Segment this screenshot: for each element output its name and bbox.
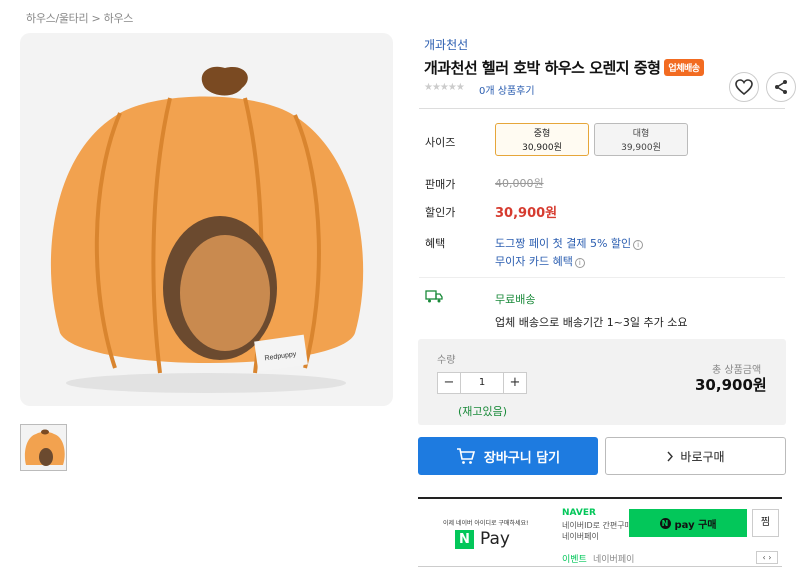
npay-top-border xyxy=(418,497,782,499)
pumpkin-house-image: Redpuppy xyxy=(50,66,364,393)
info-icon[interactable]: i xyxy=(574,258,585,268)
naver-line2: 네이버페이 xyxy=(562,532,599,541)
size-option-price: 39,900원 xyxy=(621,143,661,153)
npay-bottom-border xyxy=(418,566,782,567)
add-to-cart-label: 장바구니 담기 xyxy=(483,450,561,466)
rating-stars: ★★★★★ xyxy=(424,82,465,93)
product-thumbnail[interactable] xyxy=(20,424,67,471)
shipping-description: 업체 배송으로 배송기간 1~3일 추가 소요 xyxy=(495,316,688,329)
chevron-right-icon xyxy=(667,451,674,461)
quantity-input[interactable]: 1 xyxy=(460,373,504,393)
add-to-cart-button[interactable]: 장바구니 담기 xyxy=(418,437,598,475)
npay-text: Pay xyxy=(480,529,510,549)
list-price: 40,000원 xyxy=(495,177,544,190)
breadcrumb[interactable]: 하우스/울타리 > 하우스 xyxy=(26,10,133,26)
total-price: 30,900원 xyxy=(695,376,767,394)
sale-price: 30,900원 xyxy=(495,206,558,221)
buy-now-button[interactable]: 바로구매 xyxy=(605,437,786,475)
size-option-name: 중형 xyxy=(533,129,551,139)
naver-brand: NAVER xyxy=(562,508,596,518)
quantity-stepper[interactable]: − 1 + xyxy=(437,372,527,394)
npay-n-icon: N xyxy=(659,517,671,529)
npay-wishlist-button[interactable]: 찜 xyxy=(752,509,779,537)
size-option-large[interactable]: 대형 39,900원 xyxy=(594,123,688,156)
delivery-badge: 업체배송 xyxy=(664,59,704,76)
npay-buy-label: pay 구매 xyxy=(674,519,717,531)
benefit-card[interactable]: 무이자 카드 혜택 i xyxy=(495,253,585,269)
benefit-pay-text: 도그짱 페이 첫 결제 5% 할인 xyxy=(495,237,632,250)
buy-now-label: 바로구매 xyxy=(680,449,725,464)
free-shipping-label: 무료배송 xyxy=(495,293,536,306)
size-label: 사이즈 xyxy=(425,136,456,149)
heart-icon xyxy=(735,79,753,95)
npay-promo-text: 이제 네이버 아이디로 구매하세요! xyxy=(443,520,529,527)
npay-event-label: 이벤트 xyxy=(562,555,587,565)
truck-icon xyxy=(425,290,443,306)
product-main-image: Redpuppy xyxy=(20,33,393,406)
quantity-label: 수량 xyxy=(437,355,456,366)
cart-icon xyxy=(456,448,475,464)
shipping-divider xyxy=(419,277,785,278)
naver-line1: 네이버ID로 간편구매 xyxy=(562,521,632,530)
header-divider xyxy=(419,108,785,109)
share-button[interactable] xyxy=(766,72,796,102)
npay-event-text[interactable]: 네이버페이 xyxy=(593,552,634,565)
product-title: 개과천선 헬러 호박 하우스 오렌지 중형 업체배송 xyxy=(424,57,704,78)
size-option-medium[interactable]: 중형 30,900원 xyxy=(495,123,589,156)
pumpkin-thumb-image xyxy=(24,429,65,466)
product-title-text: 개과천선 헬러 호박 하우스 오렌지 중형 xyxy=(424,59,661,77)
quantity-plus-button[interactable]: + xyxy=(504,373,526,393)
sale-price-label: 할인가 xyxy=(425,206,456,219)
npay-n-mark: N xyxy=(455,529,474,549)
npay-buy-button[interactable]: N pay 구매 xyxy=(629,509,747,537)
size-option-name: 대형 xyxy=(632,129,650,139)
share-icon xyxy=(775,80,787,94)
npay-logo: N Pay xyxy=(455,529,510,549)
wishlist-button[interactable] xyxy=(729,72,759,102)
info-icon[interactable]: i xyxy=(633,240,644,250)
list-price-label: 판매가 xyxy=(425,178,456,191)
size-option-price: 30,900원 xyxy=(522,143,562,153)
benefit-pay-discount[interactable]: 도그짱 페이 첫 결제 5% 할인 i xyxy=(495,235,644,251)
npay-event-pager[interactable]: ‹ › xyxy=(756,551,778,564)
review-count-link[interactable]: 0개 상품후기 xyxy=(479,82,535,97)
benefit-label: 혜택 xyxy=(425,237,446,250)
benefit-card-text: 무이자 카드 혜택 xyxy=(495,255,573,268)
stock-status: (재고있음) xyxy=(458,405,508,418)
quantity-minus-button[interactable]: − xyxy=(438,373,460,393)
brand-name[interactable]: 개과천선 xyxy=(424,36,468,53)
